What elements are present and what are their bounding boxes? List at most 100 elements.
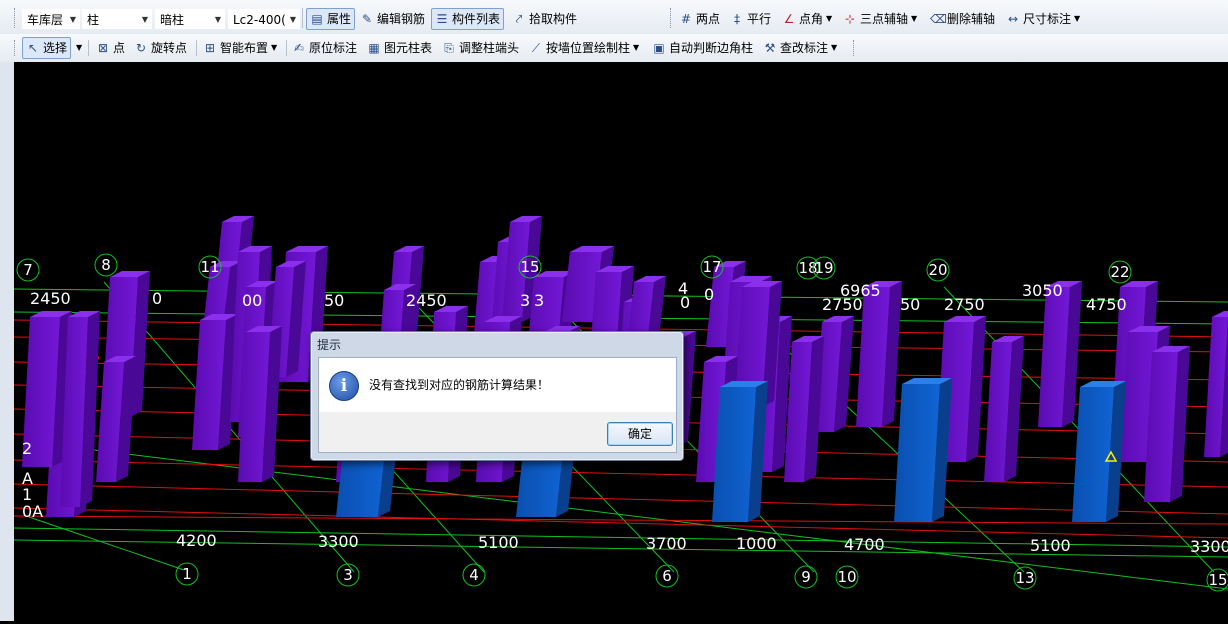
smart-place-label: 智能布置	[220, 41, 269, 55]
column-table-button[interactable]: ▦ 图元柱表	[364, 37, 435, 59]
chevron-down-icon: ▼	[831, 43, 838, 52]
dimension-top-label: 00	[242, 291, 262, 310]
ok-button[interactable]: 确定	[607, 422, 673, 446]
adjust-column-end-button[interactable]: ⎘ 调整柱端头	[439, 37, 522, 59]
column-selected[interactable]	[894, 378, 952, 522]
axis-bubble-label: 1	[182, 565, 192, 583]
point-icon: ⊠	[97, 41, 109, 55]
chevron-down-icon: ▼	[911, 14, 918, 23]
column-table-label: 图元柱表	[384, 41, 433, 55]
dimension-bottom-label: 4700	[844, 535, 885, 554]
toolbar-grip[interactable]	[14, 8, 18, 28]
separator	[286, 40, 287, 56]
axis-bubble-label: 20	[928, 261, 947, 279]
floor-select[interactable]: 车库层 ▼	[22, 9, 80, 29]
chevron-down-icon: ▼	[76, 43, 83, 52]
delete-axis-button[interactable]: ⌫ 删除辅轴	[927, 8, 998, 30]
point-angle-button[interactable]: ∠ 点角 ▼	[779, 8, 835, 30]
dialog-title: 提示	[317, 338, 342, 352]
alert-dialog: 提示 i 没有查找到对应的钢筋计算结果！ 确定	[310, 331, 684, 461]
in-place-label-text: 原位标注	[309, 41, 358, 55]
axis-bubble-label: 7	[23, 261, 33, 279]
axis-bubble-label: 22	[1110, 263, 1129, 281]
select-button[interactable]: ↖ 选择	[22, 37, 72, 59]
dimension-top-label: 3050	[1022, 281, 1063, 300]
axis-bubble-label: 13	[1015, 569, 1034, 587]
list-icon: ☰	[436, 12, 448, 26]
axis-bubble-label: 11	[200, 258, 219, 276]
dimension-icon: ↔	[1007, 12, 1019, 26]
column[interactable]	[856, 281, 902, 427]
rotate-point-button[interactable]: ↻ 旋转点	[131, 37, 190, 59]
adjust-column-end-label: 调整柱端头	[459, 41, 520, 55]
axis-bubble-label: 17	[702, 258, 721, 276]
three-point-axis-button[interactable]: ⊹ 三点辅轴 ▼	[840, 8, 920, 30]
dimension-top-label: 0	[704, 285, 714, 304]
dimension-button[interactable]: ↔ 尺寸标注 ▼	[1003, 8, 1083, 30]
adjust-icon: ⎘	[444, 41, 454, 55]
dimension-top-label: 0	[152, 289, 162, 308]
edit-label-text: 查改标注	[780, 41, 829, 55]
smart-place-button[interactable]: ⊞ 智能布置 ▼	[200, 37, 280, 59]
in-place-label-icon: ✍	[293, 41, 305, 55]
auto-edge-corner-button[interactable]: ▣ 自动判断边角柱	[649, 37, 756, 59]
column[interactable]	[96, 356, 136, 482]
two-points-button[interactable]: # 两点	[676, 8, 723, 30]
dimension-top-label: 4750	[1086, 295, 1127, 314]
axis-bubble-label: 19	[814, 259, 833, 277]
select-label: 选择	[43, 41, 68, 55]
point-angle-icon: ∠	[783, 12, 795, 26]
dimension-top-label: 50	[324, 291, 344, 310]
dimension-top-label: 3	[520, 291, 530, 310]
parallel-button[interactable]: ‡ 平行	[727, 8, 774, 30]
toolbar-grip[interactable]	[14, 40, 18, 56]
left-panel-edge[interactable]	[0, 62, 15, 621]
dimension-bottom-label: 4200	[176, 531, 217, 550]
dimension-top-label: 3	[534, 291, 544, 310]
column[interactable]	[1038, 281, 1082, 427]
properties-button[interactable]: ▤ 属性	[306, 8, 356, 30]
chevron-down-icon: ▼	[289, 15, 296, 24]
dimension-top-label: 2750	[944, 295, 985, 314]
separator	[88, 40, 89, 56]
parallel-label: 平行	[747, 12, 772, 26]
column[interactable]	[1204, 311, 1228, 457]
column[interactable]	[984, 336, 1024, 482]
rotate-point-label: 旋转点	[151, 41, 188, 55]
auto-edge-icon: ▣	[653, 41, 665, 55]
element-type-select[interactable]: 柱 ▼	[82, 9, 152, 29]
edit-label-button[interactable]: ⚒ 查改标注 ▼	[760, 37, 840, 59]
smart-place-icon: ⊞	[204, 41, 216, 55]
two-points-icon: #	[680, 12, 692, 26]
dialog-footer: 确定	[318, 412, 677, 453]
subtype-select[interactable]: 暗柱 ▼	[155, 9, 225, 29]
dialog-body: i 没有查找到对应的钢筋计算结果！	[318, 357, 677, 413]
dimension-top-label: 2450	[30, 289, 71, 308]
rotate-icon: ↻	[135, 41, 147, 55]
edit-rebar-button[interactable]: ✎ 编辑钢筋	[357, 8, 428, 30]
dimension-top-label: 2450	[406, 291, 447, 310]
column-selected[interactable]	[1072, 381, 1126, 522]
point-button[interactable]: ⊠ 点	[93, 37, 128, 59]
separator	[302, 8, 303, 28]
dimension-top-label: 50	[900, 295, 920, 314]
chevron-down-icon: ▼	[141, 15, 148, 24]
dimension-bottom-label: 1000	[736, 534, 777, 553]
component-select[interactable]: Lc2-400(▼	[228, 9, 300, 29]
dimension-bottom-label: 3700	[646, 534, 687, 553]
toolbar-grip[interactable]	[853, 40, 857, 56]
component-list-button[interactable]: ☰ 构件列表	[431, 8, 505, 30]
pick-component-button[interactable]: ⤤ 拾取构件	[509, 8, 580, 30]
column[interactable]	[784, 336, 824, 482]
axis-bubble-label: 4	[469, 566, 479, 584]
floor-value: 车库层	[27, 13, 64, 27]
point-angle-label: 点角	[799, 12, 824, 26]
component-value: Lc2-400(	[233, 13, 286, 27]
select-dropdown[interactable]: ▼	[74, 37, 84, 59]
draw-by-wall-button[interactable]: ⟋ 按墙位置绘制柱 ▼	[526, 37, 642, 59]
edit-rebar-icon: ✎	[361, 12, 373, 26]
draw-by-wall-label: 按墙位置绘制柱	[546, 41, 631, 55]
in-place-label-button[interactable]: ✍ 原位标注	[289, 37, 360, 59]
toolbar-grip[interactable]	[670, 8, 674, 28]
column-selected[interactable]	[712, 381, 768, 522]
